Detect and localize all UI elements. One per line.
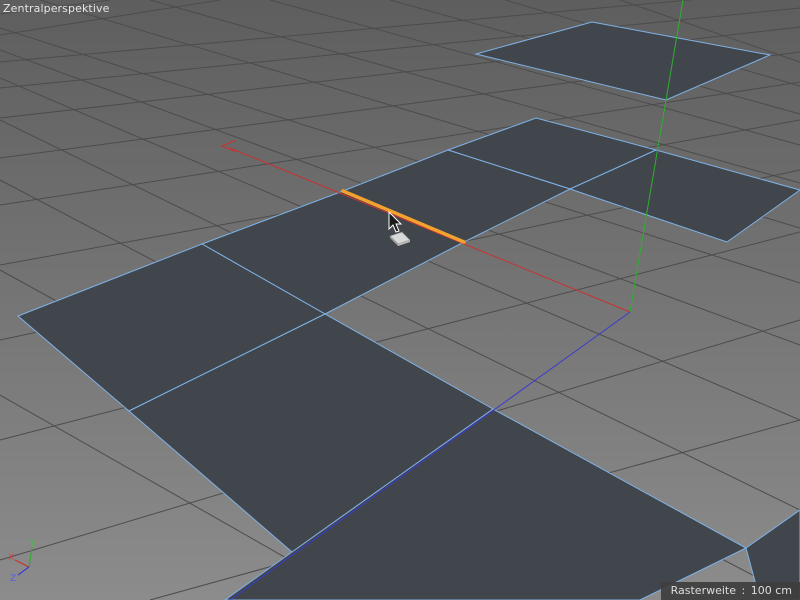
- grid-spacing-separator: :: [741, 584, 746, 597]
- gizmo-z-label: Z: [10, 574, 16, 584]
- grid-spacing-label: Rasterweite: [670, 584, 737, 597]
- view-name-label[interactable]: Zentralperspektive: [3, 2, 109, 15]
- viewport-canvas[interactable]: Y X Z: [0, 0, 800, 600]
- grid-spacing-value: 100 cm: [750, 584, 792, 597]
- 3d-viewport[interactable]: Y X Z Zentralperspektive Rasterweite : 1…: [0, 0, 800, 600]
- gizmo-x-label: X: [8, 553, 14, 563]
- grid-spacing-status: Rasterweite : 100 cm: [660, 582, 800, 600]
- gizmo-y-label: Y: [29, 539, 36, 549]
